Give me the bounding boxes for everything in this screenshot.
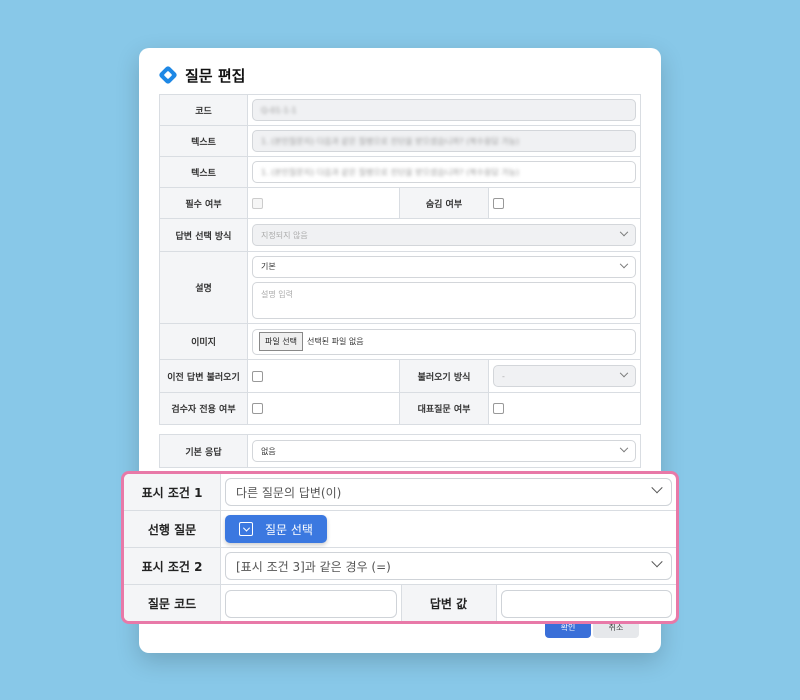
text2-label: 텍스트	[160, 157, 248, 187]
answer-method-label: 답변 선택 방식	[160, 219, 248, 251]
text1-input[interactable]: 1. (본인질문지) 다음과 같은 질병으로 진단을 받으셨습니까? (복수응답…	[252, 130, 636, 152]
prev-question-label: 선행 질문	[124, 511, 221, 547]
representative-label: 대표질문 여부	[399, 393, 489, 424]
row-text1: 텍스트 1. (본인질문지) 다음과 같은 질병으로 진단을 받으셨습니까? (…	[160, 126, 640, 157]
row-code-answer: 질문 코드 답변 값	[124, 585, 676, 621]
chevron-down-icon	[651, 556, 663, 568]
chevron-down-icon	[619, 368, 629, 378]
dialog-header: 질문 편집	[158, 64, 246, 86]
chevron-down-icon	[619, 259, 629, 269]
description-type-select[interactable]: 기본	[252, 256, 636, 278]
row-condition2: 표시 조건 2 [표시 조건 3]과 같은 경우 (=)	[124, 548, 676, 585]
select-question-button[interactable]: 질문 선택	[225, 515, 327, 543]
condition2-select[interactable]: [표시 조건 3]과 같은 경우 (=)	[225, 552, 672, 580]
row-import-prev: 이전 답변 불러오기 불러오기 방식 -	[160, 360, 640, 393]
chevron-down-icon	[651, 482, 663, 494]
reviewer-only-checkbox[interactable]	[252, 403, 263, 414]
description-label: 설명	[160, 252, 248, 323]
file-select-button[interactable]: 파일 선택	[259, 332, 303, 351]
row-text2: 텍스트 1. (본인질문지) 다음과 같은 질병으로 진단을 받으셨습니까? (…	[160, 157, 640, 188]
default-answer-select[interactable]: 없음	[252, 440, 636, 462]
hidden-label: 숨김 여부	[399, 188, 489, 218]
code-input[interactable]: Q-01-1-1	[252, 99, 636, 121]
condition1-label: 표시 조건 1	[124, 474, 221, 510]
image-label: 이미지	[160, 324, 248, 359]
row-code: 코드 Q-01-1-1	[160, 95, 640, 126]
row-prev-question: 선행 질문 질문 선택	[124, 511, 676, 548]
display-condition-panel: 표시 조건 1 다른 질문의 답변(이) 선행 질문 질문 선택 표시 조건 2…	[121, 471, 679, 624]
code-label: 코드	[160, 95, 248, 125]
required-checkbox[interactable]	[252, 197, 263, 209]
text2-input[interactable]: 1. (본인질문지) 다음과 같은 질병으로 진단을 받으셨습니까? (복수응답…	[252, 161, 636, 183]
answer-value-label: 답변 값	[400, 585, 497, 621]
question-code-label: 질문 코드	[124, 585, 221, 621]
row-image: 이미지 파일 선택 선택된 파일 없음	[160, 324, 640, 360]
row-required-hidden: 필수 여부 숨김 여부	[160, 188, 640, 219]
file-status: 선택된 파일 없음	[306, 337, 364, 346]
answer-method-select[interactable]: 지정되지 않음	[252, 224, 636, 246]
condition1-select[interactable]: 다른 질문의 답변(이)	[225, 478, 672, 506]
condition2-label: 표시 조건 2	[124, 548, 221, 584]
row-default-answer: 기본 응답 없음	[160, 435, 640, 467]
import-method-label: 불러오기 방식	[399, 360, 489, 392]
representative-checkbox[interactable]	[493, 403, 504, 414]
hidden-checkbox[interactable]	[493, 197, 504, 209]
diamond-logo-icon	[158, 65, 178, 85]
text1-label: 텍스트	[160, 126, 248, 156]
image-file-input: 파일 선택 선택된 파일 없음	[252, 328, 636, 355]
question-form: 코드 Q-01-1-1 텍스트 1. (본인질문지) 다음과 같은 질병으로 진…	[159, 94, 641, 425]
chevron-down-icon	[619, 443, 629, 453]
dropdown-box-icon	[239, 522, 253, 536]
row-answer-method: 답변 선택 방식 지정되지 않음	[160, 219, 640, 252]
import-method-select[interactable]: -	[493, 365, 636, 387]
question-code-input[interactable]	[225, 589, 397, 618]
answer-value-input[interactable]	[500, 589, 672, 618]
description-textarea[interactable]: 설명 입력	[252, 281, 636, 319]
default-answer-label: 기본 응답	[160, 435, 248, 467]
import-prev-checkbox[interactable]	[252, 370, 263, 382]
required-label: 필수 여부	[160, 188, 248, 218]
row-reviewer: 검수자 전용 여부 대표질문 여부	[160, 393, 640, 424]
default-answer-form: 기본 응답 없음	[159, 434, 641, 468]
row-description: 설명 기본 설명 입력	[160, 252, 640, 324]
row-condition1: 표시 조건 1 다른 질문의 답변(이)	[124, 474, 676, 511]
import-prev-label: 이전 답변 불러오기	[160, 360, 248, 392]
chevron-down-icon	[619, 227, 629, 237]
reviewer-only-label: 검수자 전용 여부	[160, 393, 248, 424]
dialog-title: 질문 편집	[185, 66, 246, 85]
